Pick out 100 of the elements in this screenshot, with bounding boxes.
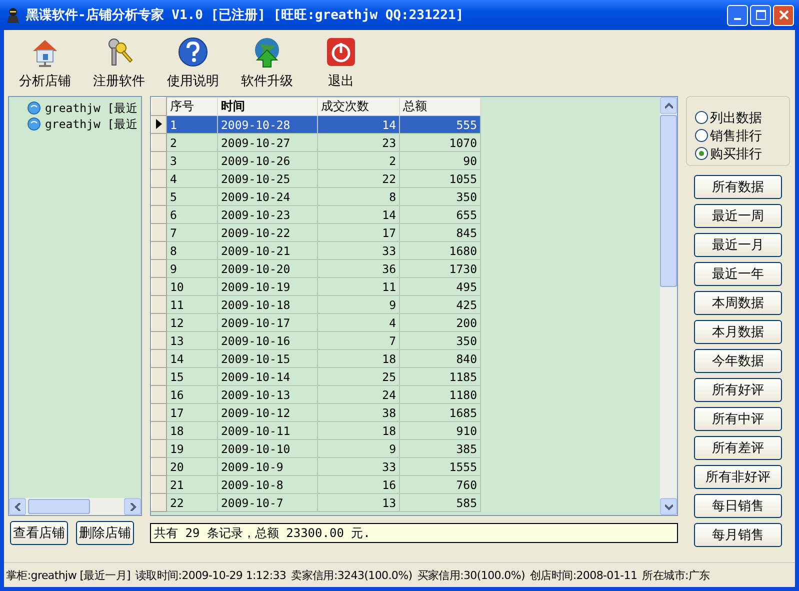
face-ball-icon (27, 117, 41, 131)
filter-button[interactable]: 每月销售 (694, 523, 782, 547)
table-cell: 18 (318, 422, 400, 440)
filter-button[interactable]: 所有差评 (694, 436, 782, 460)
table-cell: 2009-10-14 (218, 368, 318, 386)
table-cell: 18 (166, 422, 218, 440)
toolbar-button[interactable]: 分析店铺 (10, 34, 80, 96)
column-header[interactable]: 时间 (218, 98, 318, 116)
table-cell: 2009-10-19 (218, 278, 318, 296)
table-cell: 16 (318, 476, 400, 494)
table-cell: 2009-10-24 (218, 188, 318, 206)
table-cell: 200 (400, 314, 480, 332)
radio-option[interactable]: 购买排行 (695, 145, 789, 162)
tree-item[interactable]: greathjw [最近 (45, 116, 138, 132)
table-cell: 9 (318, 296, 400, 314)
table-cell: 555 (400, 116, 480, 134)
tree-item[interactable]: greathjw [最近 (45, 100, 138, 116)
toolbar-button[interactable]: 注册软件 (84, 34, 154, 96)
shop-button[interactable]: 查看店铺 (10, 521, 68, 545)
table-cell: 585 (400, 494, 480, 512)
table-cell: 1055 (400, 170, 480, 188)
table-cell: 20 (166, 458, 218, 476)
table-cell: 655 (400, 206, 480, 224)
vertical-scrollbar[interactable] (660, 97, 677, 515)
column-header[interactable]: 成交次数 (318, 98, 400, 116)
radio-option[interactable]: 列出数据 (695, 109, 789, 126)
table-cell: 845 (400, 224, 480, 242)
table-cell: 14 (166, 350, 218, 368)
table-cell: 9 (318, 440, 400, 458)
filter-button[interactable]: 最近一月 (694, 233, 782, 257)
status-text: 买家信用:30(100.0%) (417, 568, 526, 582)
table-cell: 5 (166, 188, 218, 206)
table-cell: 2009-10-21 (218, 242, 318, 260)
table-cell: 1070 (400, 134, 480, 152)
column-header[interactable]: 总额 (400, 98, 480, 116)
table-cell: 33 (318, 458, 400, 476)
table-cell: 11 (166, 296, 218, 314)
table-cell: 14 (318, 206, 400, 224)
help-icon (177, 36, 209, 68)
table-cell: 13 (318, 494, 400, 512)
column-header[interactable]: 序号 (166, 98, 218, 116)
table-cell: 1 (166, 116, 218, 134)
table-cell: 2009-10-7 (218, 494, 318, 512)
table-cell: 17 (166, 404, 218, 422)
table-cell: 1180 (400, 386, 480, 404)
filter-button[interactable]: 最近一年 (694, 262, 782, 286)
table-cell: 24 (318, 386, 400, 404)
filter-button[interactable]: 最近一周 (694, 204, 782, 228)
table-cell: 23 (318, 134, 400, 152)
radio-option[interactable]: 销售排行 (695, 127, 789, 144)
table-cell: 2009-10-16 (218, 332, 318, 350)
table-cell: 13 (166, 332, 218, 350)
toolbar-button[interactable]: 使用说明 (158, 34, 228, 96)
table-cell: 1730 (400, 260, 480, 278)
filter-button[interactable]: 每日销售 (694, 494, 782, 518)
toolbar-button[interactable]: 退出 (306, 34, 376, 96)
table-cell: 21 (166, 476, 218, 494)
horizontal-scrollbar[interactable] (9, 498, 141, 515)
summary-text: 共有 29 条记录，总额 23300.00 元. (150, 523, 678, 543)
filter-button[interactable]: 所有数据 (694, 175, 782, 199)
filter-button[interactable]: 所有好评 (694, 378, 782, 402)
table-cell: 12 (166, 314, 218, 332)
status-text: 掌柜:greathjw [最近一月] (6, 568, 130, 582)
table-cell: 8 (166, 242, 218, 260)
minimize-button[interactable] (727, 4, 748, 26)
filter-button[interactable]: 本月数据 (694, 320, 782, 344)
table-cell: 2009-10-25 (218, 170, 318, 188)
minimize-icon (734, 18, 741, 20)
filter-button[interactable]: 所有中评 (694, 407, 782, 431)
table-cell: 1680 (400, 242, 480, 260)
table-cell: 25 (318, 368, 400, 386)
table-cell: 2009-10-27 (218, 134, 318, 152)
close-button[interactable] (773, 4, 794, 26)
table-cell: 90 (400, 152, 480, 170)
status-text: 创店时间:2008-01-11 (530, 568, 638, 582)
table-cell: 2009-10-18 (218, 296, 318, 314)
status-text: 卖家信用:3243(100.0%) (291, 568, 412, 582)
table-cell: 10 (166, 278, 218, 296)
table-cell: 1185 (400, 368, 480, 386)
maximize-button[interactable] (750, 4, 771, 26)
filter-button[interactable]: 所有非好评 (694, 465, 782, 489)
table-cell: 2009-10-11 (218, 422, 318, 440)
face-ball-icon (27, 101, 41, 115)
filter-button[interactable]: 本周数据 (694, 291, 782, 315)
table-cell: 2009-10-22 (218, 224, 318, 242)
table-cell: 14 (318, 116, 400, 134)
toolbar-button[interactable]: 软件升级 (232, 34, 302, 96)
table-cell: 8 (318, 188, 400, 206)
shop-button[interactable]: 删除店铺 (76, 521, 134, 545)
power-icon (325, 36, 357, 68)
table-cell: 6 (166, 206, 218, 224)
figure-icon (5, 7, 21, 23)
close-icon (778, 10, 788, 20)
filter-button[interactable]: 今年数据 (694, 349, 782, 373)
table-cell: 2009-10-26 (218, 152, 318, 170)
table-cell: 2009-10-12 (218, 404, 318, 422)
table-cell: 2009-10-23 (218, 206, 318, 224)
table-cell: 4 (318, 314, 400, 332)
table-cell: 33 (318, 242, 400, 260)
table-cell: 350 (400, 332, 480, 350)
